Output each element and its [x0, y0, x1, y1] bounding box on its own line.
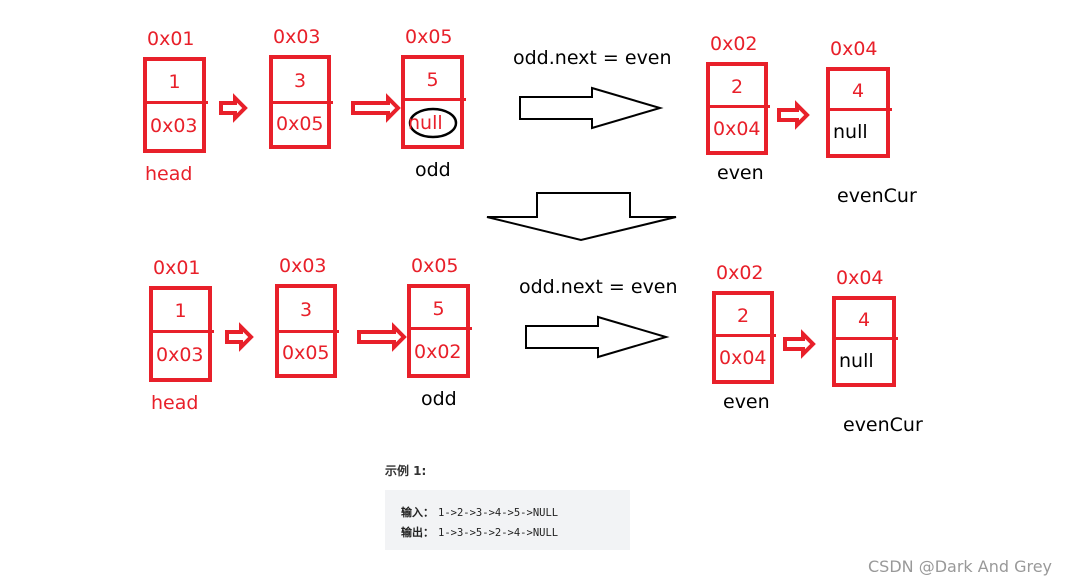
node-label: evenCur [837, 185, 917, 207]
node-value: 4 [852, 79, 865, 102]
node-label: odd [421, 388, 457, 410]
node-divider [826, 108, 892, 111]
list-node: 5 null [401, 55, 466, 149]
list-node: 5 0x02 [407, 284, 472, 378]
output-value: 1->3->5->2->4->NULL [438, 527, 559, 539]
node-next-pointer: 0x04 [719, 347, 767, 369]
node-divider [706, 105, 770, 108]
pointer-arrow-icon [783, 329, 816, 359]
node-value: 2 [731, 75, 744, 98]
node-address: 0x03 [273, 26, 321, 48]
list-node: 1 0x03 [143, 57, 208, 153]
pointer-arrow-icon [225, 322, 254, 352]
node-next-pointer: 0x03 [156, 344, 204, 366]
example-box: 输入： 1->2->3->4->5->NULL 输出： 1->3->5->2->4-… [385, 490, 630, 550]
node-label: head [151, 392, 199, 414]
node-address: 0x01 [153, 257, 201, 279]
node-address: 0x01 [147, 28, 195, 50]
caption: odd.next = even [519, 276, 678, 298]
node-value: 5 [426, 68, 439, 91]
list-node: 2 0x04 [712, 291, 776, 384]
linked-list-diagram: 示例 1: 输入： 1->2->3->4->5->NULL 输出： 1->3->5-… [0, 0, 1078, 585]
pointer-arrow-icon [351, 93, 401, 123]
node-divider [832, 337, 898, 340]
node-value: 5 [432, 297, 445, 320]
node-divider [407, 327, 472, 330]
node-value: 4 [858, 308, 871, 331]
node-divider [269, 101, 333, 104]
node-next-pointer: 0x05 [276, 113, 324, 135]
node-value: 1 [168, 71, 181, 93]
list-node: 3 0x05 [275, 284, 339, 378]
node-next-pointer: 0x02 [414, 340, 462, 363]
node-address: 0x02 [710, 33, 758, 55]
node-label: head [145, 163, 193, 185]
list-node: 3 0x05 [269, 55, 333, 149]
node-next-pointer: null [408, 111, 443, 134]
node-divider [712, 334, 776, 337]
node-address: 0x05 [411, 255, 459, 277]
node-label: even [723, 391, 770, 413]
node-address: 0x05 [405, 26, 453, 48]
node-divider [401, 98, 466, 101]
input-label: 输入： [401, 506, 434, 519]
pointer-arrow-icon [357, 322, 407, 352]
node-divider [275, 330, 339, 333]
node-next-pointer: 0x04 [713, 118, 761, 140]
node-next-pointer: 0x05 [282, 342, 330, 364]
node-address: 0x03 [279, 255, 327, 277]
node-value: 3 [300, 299, 313, 321]
node-next-pointer: 0x03 [150, 115, 198, 137]
output-label: 输出： [401, 526, 434, 539]
node-next-pointer: null [839, 350, 874, 372]
transition-arrow-icon [519, 86, 664, 130]
transition-arrow-icon [525, 315, 670, 359]
node-next-pointer: null [833, 121, 868, 143]
watermark: CSDN @Dark And Grey [868, 557, 1053, 576]
list-node: 2 0x04 [706, 62, 770, 155]
node-divider [149, 330, 214, 333]
node-label: odd [415, 159, 451, 181]
down-arrow-icon [486, 192, 677, 242]
example-output: 输出： 1->3->5->2->4->NULL [401, 524, 558, 540]
node-address: 0x02 [716, 262, 764, 284]
node-address: 0x04 [836, 267, 884, 289]
node-value: 3 [294, 70, 307, 92]
example-title: 示例 1: [385, 464, 427, 478]
list-node: 4 null [826, 67, 892, 158]
node-divider [143, 101, 208, 104]
node-value: 1 [174, 300, 187, 322]
node-label: evenCur [843, 414, 923, 436]
pointer-arrow-icon [777, 100, 810, 130]
example-input: 输入： 1->2->3->4->5->NULL [401, 504, 558, 520]
input-value: 1->2->3->4->5->NULL [438, 507, 559, 519]
list-node: 4 null [832, 296, 898, 387]
node-address: 0x04 [830, 38, 878, 60]
list-node: 1 0x03 [149, 286, 214, 382]
node-label: even [717, 162, 764, 184]
pointer-arrow-icon [219, 93, 248, 123]
caption: odd.next = even [513, 47, 672, 69]
node-value: 2 [737, 304, 750, 327]
